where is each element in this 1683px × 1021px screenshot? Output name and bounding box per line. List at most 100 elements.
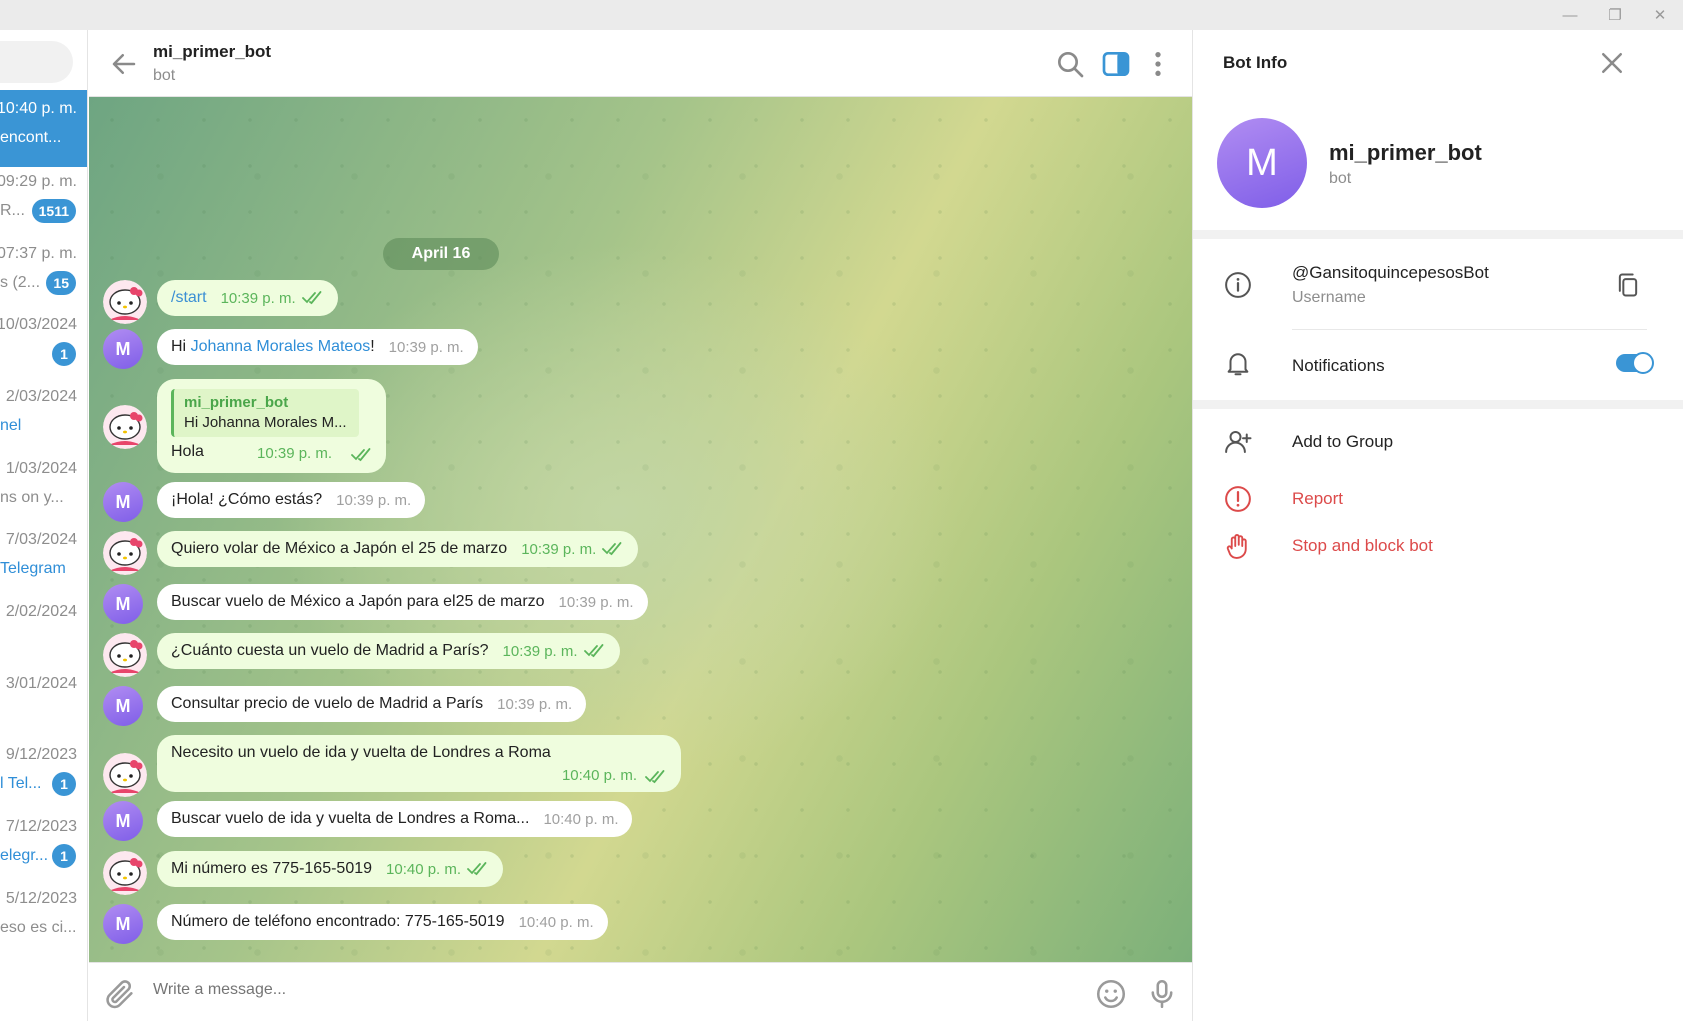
bot-avatar[interactable]: M bbox=[103, 801, 143, 841]
user-avatar-icon[interactable] bbox=[103, 633, 147, 677]
message-bubble[interactable]: Quiero volar de México a Japón el 25 de … bbox=[157, 531, 639, 567]
chat-list-item[interactable]: 5/12/2023 eso es ci... bbox=[0, 880, 87, 957]
bot-avatar[interactable]: M bbox=[103, 904, 143, 944]
bot-profile-avatar[interactable]: M bbox=[1217, 118, 1307, 208]
user-avatar-icon[interactable] bbox=[103, 753, 147, 797]
user-avatar-icon[interactable] bbox=[103, 405, 147, 449]
chat-list-item[interactable]: 7/12/2023 elegr... 1 bbox=[0, 808, 87, 885]
message-bubble[interactable]: Consultar precio de vuelo de Madrid a Pa… bbox=[157, 686, 587, 722]
chat-title[interactable]: mi_primer_bot bbox=[153, 42, 271, 62]
chat-list-item[interactable]: 7/03/2024 Telegram bbox=[0, 521, 87, 598]
back-arrow-icon[interactable] bbox=[109, 49, 139, 79]
chat-preview: Telegram bbox=[0, 560, 66, 577]
emoji-icon[interactable] bbox=[1094, 977, 1128, 1011]
chat-time: 2/02/2024 bbox=[5, 603, 77, 620]
bot-avatar[interactable]: M bbox=[103, 584, 143, 624]
message-time: 10:40 p. m. bbox=[386, 860, 462, 878]
more-menu-icon[interactable] bbox=[1142, 48, 1174, 80]
close-icon[interactable] bbox=[1597, 48, 1627, 78]
chat-preview: nel bbox=[0, 417, 22, 434]
bot-avatar[interactable]: M bbox=[103, 329, 143, 369]
chat-time: 10/03/2024 bbox=[0, 316, 77, 333]
message-text[interactable]: Número de teléfono encontrado: 775-165-5… bbox=[171, 913, 505, 931]
copy-icon[interactable] bbox=[1614, 271, 1642, 299]
chat-list-item[interactable]: 3/01/2024 bbox=[0, 665, 87, 742]
username-link[interactable]: @GansitoquincepesosBot bbox=[1292, 263, 1489, 283]
message-bubble[interactable]: Hi Johanna Morales Mateos! 10:39 p. m. bbox=[157, 329, 478, 365]
chat-list-item[interactable]: 09:29 p. m. R... 1511 bbox=[0, 163, 87, 240]
row-divider bbox=[1292, 329, 1647, 330]
chat-list-item[interactable]: 2/02/2024 bbox=[0, 593, 87, 670]
reply-message-bubble[interactable]: mi_primer_bot Hi Johanna Morales M... Ho… bbox=[157, 379, 386, 473]
message-text[interactable]: ¡Hola! ¿Cómo estás? bbox=[171, 491, 322, 509]
message-text[interactable]: ¿Cuánto cuesta un vuelo de Madrid a Parí… bbox=[171, 642, 489, 660]
message-bubble[interactable]: Número de teléfono encontrado: 775-165-5… bbox=[157, 904, 608, 940]
message-text[interactable]: /start bbox=[171, 289, 207, 307]
message-input[interactable] bbox=[153, 981, 1053, 999]
sidebar-toggle-icon[interactable] bbox=[1100, 48, 1132, 80]
stop-and-block-button[interactable]: Stop and block bot bbox=[1292, 536, 1433, 556]
chat-time: 5/12/2023 bbox=[5, 890, 77, 907]
reply-quote[interactable]: mi_primer_bot Hi Johanna Morales M... bbox=[171, 389, 359, 437]
chat-list-item[interactable]: 9/12/2023 l Tel... 1 bbox=[0, 736, 87, 813]
message-text[interactable]: Mi número es 775-165-5019 bbox=[171, 860, 372, 878]
user-avatar-icon[interactable] bbox=[103, 851, 147, 895]
message-bubble[interactable]: ¿Cuánto cuesta un vuelo de Madrid a Parí… bbox=[157, 633, 620, 669]
message-bubble[interactable]: Buscar vuelo de México a Japón para el25… bbox=[157, 584, 648, 620]
message-text[interactable]: Hola bbox=[171, 443, 204, 461]
minimize-button[interactable]: — bbox=[1548, 0, 1592, 30]
chat-list-item[interactable]: 1/03/2024 ns on y... bbox=[0, 450, 87, 527]
user-avatar-icon[interactable] bbox=[103, 280, 147, 324]
read-checkmarks-icon bbox=[602, 542, 622, 556]
message-bubble[interactable]: Buscar vuelo de ida y vuelta de Londres … bbox=[157, 801, 633, 837]
message-time: 10:39 p. m. bbox=[558, 593, 634, 611]
bot-type-label: bot bbox=[1329, 170, 1352, 187]
microphone-icon[interactable] bbox=[1145, 977, 1179, 1011]
add-to-group-button[interactable]: Add to Group bbox=[1292, 432, 1393, 452]
bot-info-panel: Bot Info M mi_primer_bot bot @Gansitoqui… bbox=[1192, 30, 1683, 1021]
message-text-suffix: ! bbox=[370, 338, 375, 355]
notifications-toggle[interactable] bbox=[1616, 352, 1654, 374]
unread-badge: 1 bbox=[52, 844, 76, 868]
close-window-button[interactable]: ✕ bbox=[1638, 0, 1682, 30]
user-avatar-icon[interactable] bbox=[103, 531, 147, 575]
message-text[interactable]: Buscar vuelo de México a Japón para el25… bbox=[171, 593, 545, 611]
message-text[interactable]: Buscar vuelo de ida y vuelta de Londres … bbox=[171, 810, 529, 828]
add-user-icon bbox=[1225, 431, 1252, 453]
message-text[interactable]: Quiero volar de México a Japón el 25 de … bbox=[171, 540, 507, 558]
window-titlebar: — ❐ ✕ bbox=[0, 0, 1683, 30]
chat-preview: l Tel... bbox=[0, 775, 42, 792]
message-time: 10:39 p. m. bbox=[220, 289, 296, 307]
unread-badge: 1 bbox=[52, 772, 76, 796]
chat-time: 3/01/2024 bbox=[5, 675, 77, 692]
read-checkmarks-icon bbox=[467, 862, 487, 876]
user-mention-link[interactable]: Johanna Morales Mateos bbox=[191, 338, 371, 356]
message-text[interactable]: Necesito un vuelo de ida y vuelta de Lon… bbox=[171, 744, 551, 762]
search-icon[interactable] bbox=[1054, 48, 1086, 80]
search-input[interactable] bbox=[0, 41, 73, 83]
date-separator: April 16 bbox=[383, 238, 499, 270]
message-time: 10:40 p. m. bbox=[561, 767, 637, 784]
chat-preview: R... bbox=[0, 202, 25, 219]
username-hint: Username bbox=[1292, 289, 1366, 306]
message-bubble[interactable]: Necesito un vuelo de ida y vuelta de Lon… bbox=[157, 735, 681, 792]
maximize-button[interactable]: ❐ bbox=[1593, 0, 1637, 30]
message-bubble[interactable]: /start 10:39 p. m. bbox=[157, 280, 338, 316]
chat-list-item[interactable]: 10:40 p. m. encont... bbox=[0, 90, 87, 167]
message-input-bar bbox=[89, 962, 1192, 1021]
chat-preview: ns on y... bbox=[0, 489, 64, 506]
unread-badge: 1511 bbox=[31, 199, 76, 223]
chat-list-item[interactable]: 10/03/2024 1 bbox=[0, 306, 87, 383]
chat-list-item[interactable]: 2/03/2024 nel bbox=[0, 378, 87, 455]
message-text[interactable]: Consultar precio de vuelo de Madrid a Pa… bbox=[171, 695, 483, 713]
quote-author: mi_primer_bot bbox=[184, 394, 289, 411]
info-icon bbox=[1225, 272, 1251, 298]
attach-paperclip-icon[interactable] bbox=[103, 977, 137, 1011]
chat-list-item[interactable]: 07:37 p. m. s (2... 15 bbox=[0, 235, 87, 312]
report-button[interactable]: Report bbox=[1292, 489, 1343, 509]
bot-avatar[interactable]: M bbox=[103, 686, 143, 726]
message-bubble[interactable]: ¡Hola! ¿Cómo estás? 10:39 p. m. bbox=[157, 482, 426, 518]
bot-name: mi_primer_bot bbox=[1329, 140, 1482, 165]
message-bubble[interactable]: Mi número es 775-165-5019 10:40 p. m. bbox=[157, 851, 504, 887]
bot-avatar[interactable]: M bbox=[103, 482, 143, 522]
